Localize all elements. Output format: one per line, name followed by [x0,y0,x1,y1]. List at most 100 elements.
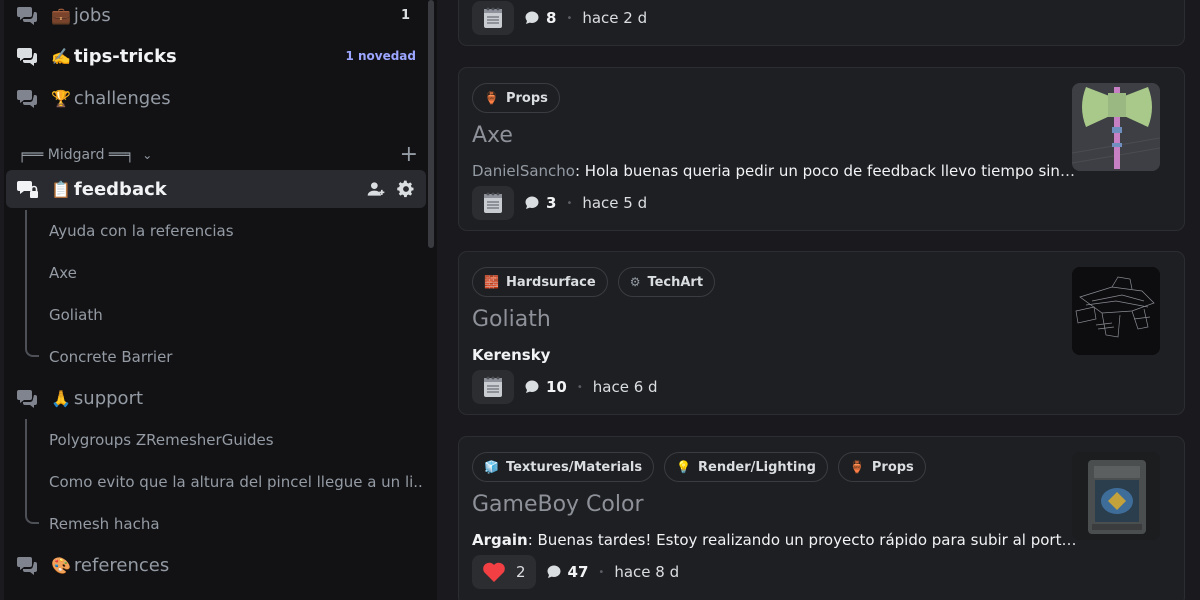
separator-dot: • [566,12,573,24]
post-card[interactable]: 🧊 Textures/Materials 💡 Render/Lighting 🏺… [458,436,1185,600]
notebook-icon [472,1,514,35]
post-time: hace 6 d [592,378,658,396]
post-title: Axe [472,123,513,148]
trophy-icon: 🏆 [51,88,71,108]
post-message: Hola buenas queria pedir un poco de feed… [584,162,1077,180]
channel-jobs[interactable]: 💼 jobs 1 [6,0,426,34]
post-tags: 🧊 Textures/Materials 💡 Render/Lighting 🏺… [472,452,926,482]
gear-icon[interactable] [396,179,416,199]
forum-icon [17,7,37,25]
thread-item[interactable]: Ayuda con la referencias [49,216,424,246]
cartridge-render-image [1072,452,1160,540]
channel-tips-tricks[interactable]: ✍️ tips-tricks 1 novedad [6,37,426,75]
heart-reaction-button[interactable]: 2 [472,555,536,589]
post-card[interactable]: 8 • hace 2 d [458,0,1185,46]
sidebar-edge [0,0,4,600]
forum-post-list: 8 • hace 2 d 🏺 Props Axe DanielSancho: H… [437,0,1200,600]
channel-name: tips-tricks [73,45,177,67]
add-member-icon[interactable] [366,179,386,199]
thread-item[interactable]: Remesh hacha [49,509,424,539]
mech-wireframe-image [1072,267,1160,355]
post-title: Goliath [472,307,551,332]
comment-count: 3 [524,194,556,212]
channel-name: jobs [73,4,111,26]
comment-count: 8 [524,9,556,27]
separator-dot: • [566,197,573,209]
post-thumbnail-gameboy[interactable] [1072,452,1160,540]
tag-textures-materials: 🧊 Textures/Materials [472,452,655,482]
channel-name: support [73,387,144,409]
notebook-icon [472,186,514,220]
channel-references[interactable]: 🎨 references [6,546,426,584]
thread-item[interactable]: Como evito que la altura del pincel lleg… [49,467,424,497]
post-author: Argain [472,531,528,549]
post-time: hace 2 d [582,9,648,27]
thread-item[interactable]: Axe [49,258,424,288]
post-preview: Kerensky [472,346,1077,364]
post-card[interactable]: 🧱 Hardsurface ⚙ TechArt Goliath Kerensky… [458,251,1185,415]
channel-sidebar: 💼 jobs 1 ✍️ tips-tricks 1 novedad 🏆 chal… [0,0,437,600]
category-label: ╒══ Midgard ══╕ [18,147,135,163]
post-tags: 🧱 Hardsurface ⚙ TechArt [472,267,716,297]
axe-render-image [1072,83,1160,171]
post-thumbnail-axe[interactable] [1072,83,1160,171]
palette-icon: 🎨 [51,555,71,575]
sidebar-scrollbar[interactable] [428,0,434,248]
thread-connector [25,419,39,440]
channel-support[interactable]: 🙏 support [6,379,426,417]
notebook-icon [472,370,514,404]
heart-icon [483,562,505,582]
gear-icon: ⚙ [629,275,641,289]
thread-item[interactable]: Concrete Barrier [49,342,424,372]
praying-hands-icon: 🙏 [51,388,71,408]
thread-item[interactable]: Polygroups ZRemesherGuides [49,425,424,455]
chevron-down-icon: ⌄ [142,148,153,162]
separator-dot: • [598,566,605,578]
writing-hand-icon: ✍️ [51,46,71,66]
forum-icon [17,48,37,66]
post-meta: 8 • hace 2 d [472,1,647,35]
channel-challenges[interactable]: 🏆 challenges [6,79,426,117]
chat-bubble-icon [525,11,539,24]
post-thumbnail-goliath[interactable] [1072,267,1160,355]
forum-icon [17,557,37,575]
thread-connector [25,482,39,524]
tag-props: 🏺 Props [472,83,560,113]
post-preview: DanielSancho: Hola buenas queria pedir u… [472,162,1077,180]
post-tags: 🏺 Props [472,83,560,113]
post-title: GameBoy Color [472,492,644,517]
post-card[interactable]: 🏺 Props Axe DanielSancho: Hola buenas qu… [458,67,1185,231]
post-author: DanielSancho [472,162,575,180]
forum-locked-icon [17,181,38,198]
forum-icon [17,90,37,108]
clipboard-icon: 📋 [51,179,71,199]
unread-count-badge: 1 [400,7,410,23]
thread-connector [25,231,39,273]
post-message: Buenas tardes! Estoy realizando un proye… [537,531,1077,549]
forum-icon [17,390,37,408]
reaction-count: 2 [516,563,526,581]
comment-count: 10 [524,378,567,396]
channel-name: references [73,554,170,576]
light-bulb-icon: 💡 [676,460,692,474]
thread-connector [25,315,39,357]
post-author: Kerensky [472,346,551,364]
tag-render-lighting: 💡 Render/Lighting [664,452,828,482]
category-midgard[interactable]: ╒══ Midgard ══╕ ⌄ + [18,144,418,166]
post-meta: 10 • hace 6 d [472,370,658,404]
tag-techart: ⚙ TechArt [617,267,716,297]
create-channel-button[interactable]: + [400,144,418,166]
new-posts-badge: 1 novedad [345,49,416,63]
chat-bubble-icon [525,196,539,209]
channel-name: challenges [73,87,171,109]
tag-props: 🏺 Props [837,452,926,482]
thread-item[interactable]: Goliath [49,300,424,330]
channel-actions [366,179,416,199]
brick-icon: 🧱 [484,275,499,289]
channel-feedback[interactable]: 📋 feedback [6,170,426,208]
vase-icon: 🏺 [849,460,865,474]
thread-connector [25,210,39,231]
channel-name: feedback [73,178,167,200]
separator-dot: • [576,381,583,393]
post-time: hace 5 d [582,194,648,212]
